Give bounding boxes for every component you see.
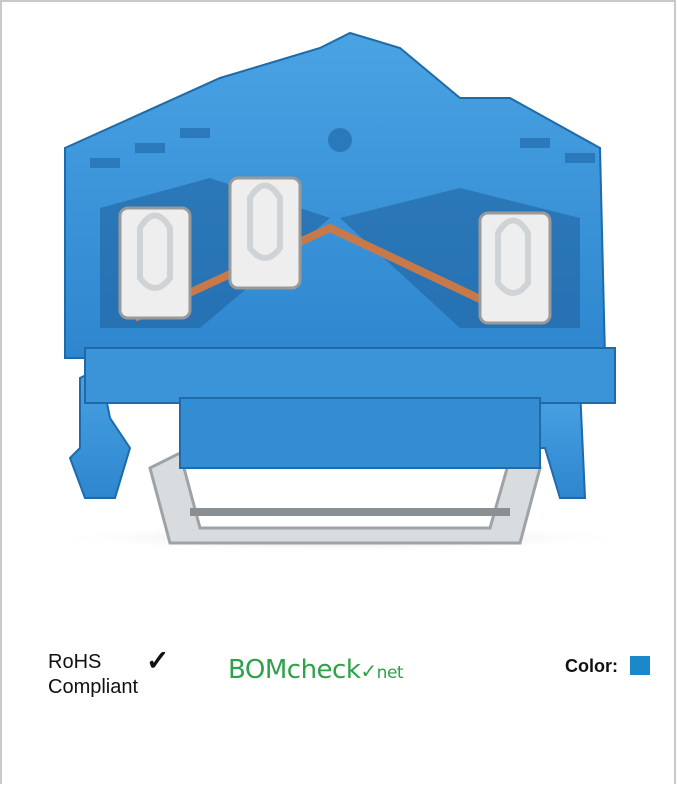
compliant-label: Compliant bbox=[48, 676, 139, 698]
bomcheck-logo[interactable]: BOMcheck✓net bbox=[228, 654, 404, 685]
color-swatch bbox=[630, 656, 650, 675]
check-icon: ✓ bbox=[146, 645, 170, 676]
bomcheck-logo-part3: net bbox=[376, 663, 404, 683]
bomcheck-logo-part1: BOM bbox=[228, 655, 287, 685]
color-label: Color: bbox=[565, 656, 618, 676]
product-image[interactable] bbox=[40, 28, 640, 558]
bomcheck-logo-part2: check bbox=[286, 655, 361, 685]
bomcheck-tick-icon: ✓ bbox=[360, 661, 377, 683]
rohs-label: RoHS bbox=[48, 651, 102, 673]
rohs-compliance: RoHS Compliant bbox=[48, 650, 138, 700]
